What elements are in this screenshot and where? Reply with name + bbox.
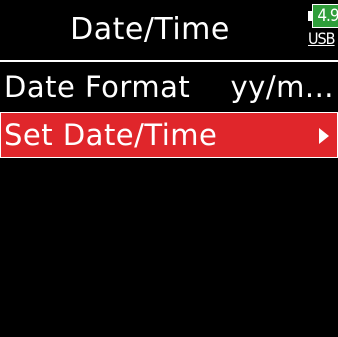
menu-item-label: Set Date/Time (4, 118, 218, 152)
power-status: 4.9 USB (296, 4, 338, 56)
menu-item-set-date-time[interactable]: Set Date/Time (0, 112, 338, 158)
battery-icon: 4.9 (308, 4, 338, 28)
header-divider (0, 60, 338, 62)
menu-item-value: yy/m... (230, 70, 334, 104)
device-screen: Date/Time 4.9 USB Date Format yy/m... Se… (0, 0, 338, 337)
arrow-right-icon (319, 128, 329, 144)
menu-item-label: Date Format (4, 70, 191, 104)
menu-item-date-format[interactable]: Date Format yy/m... (0, 64, 338, 110)
header: Date/Time 4.9 USB (0, 0, 338, 60)
battery-voltage: 4.9 (317, 6, 338, 26)
power-source-label: USB (308, 29, 336, 48)
page-title: Date/Time (70, 12, 230, 47)
battery-body: 4.9 (312, 4, 338, 28)
